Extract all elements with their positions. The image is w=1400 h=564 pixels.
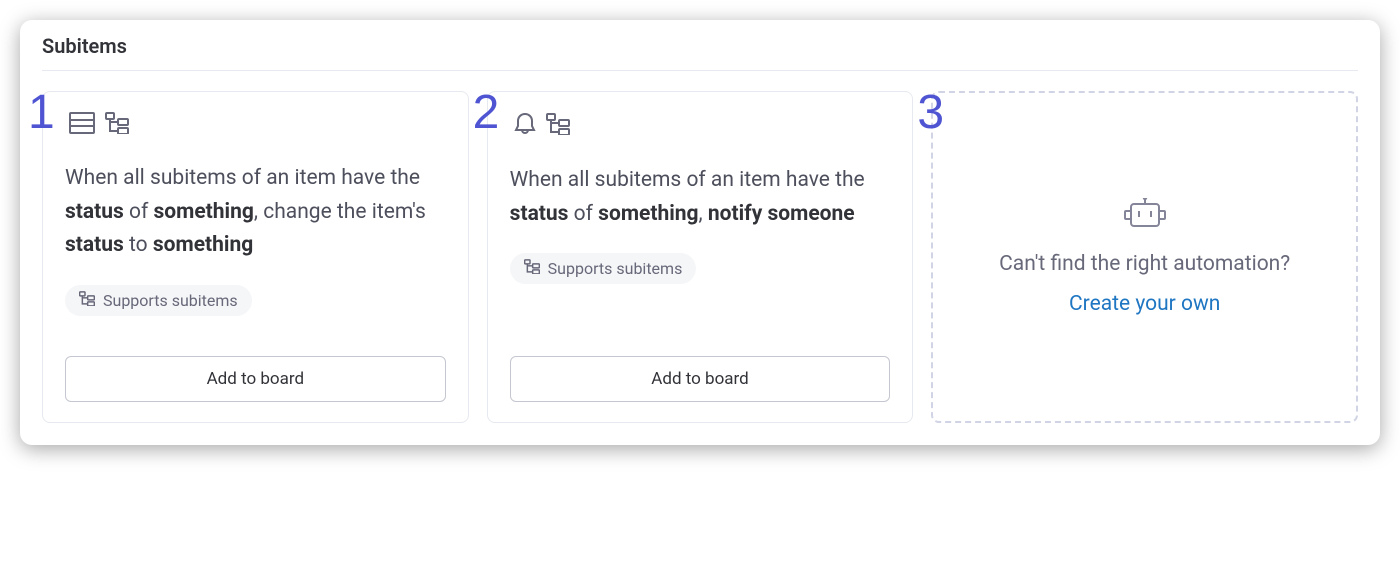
create-automation-card[interactable]: Can't find the right automation? Create …	[931, 91, 1358, 423]
pill-label: Supports subitems	[103, 291, 238, 310]
list-icon	[69, 112, 95, 134]
card-wrapper-2: 2	[487, 91, 914, 423]
automation-description-1: When all subitems of an item have the st…	[65, 162, 446, 263]
pill-label: Supports subitems	[548, 259, 683, 278]
subitems-tree-icon	[105, 112, 129, 134]
card-wrapper-1: 1	[42, 91, 469, 423]
automation-card-1[interactable]: When all subitems of an item have the st…	[42, 91, 469, 423]
add-to-board-button[interactable]: Add to board	[510, 356, 891, 402]
automation-cards-row: 1	[42, 91, 1358, 423]
automation-card-2[interactable]: When all subitems of an item have the st…	[487, 91, 914, 423]
subitems-tree-icon	[524, 259, 540, 278]
card-icons-1	[69, 112, 446, 134]
section-title: Subitems	[42, 34, 1358, 71]
add-to-board-button[interactable]: Add to board	[65, 356, 446, 402]
supports-subitems-pill: Supports subitems	[65, 285, 252, 316]
step-number-1: 1	[28, 89, 55, 137]
subitems-tree-icon	[79, 291, 95, 310]
card-wrapper-create: 3 Can't find the right automation? Creat…	[931, 91, 1358, 423]
automation-description-2: When all subitems of an item have the st…	[510, 164, 891, 231]
step-number-2: 2	[473, 89, 500, 137]
create-your-own-link[interactable]: Create your own	[1069, 292, 1220, 316]
supports-subitems-pill: Supports subitems	[510, 253, 697, 284]
automations-section: Subitems 1	[20, 20, 1380, 445]
step-number-3: 3	[917, 89, 944, 137]
robot-icon	[1123, 198, 1167, 236]
create-heading: Can't find the right automation?	[999, 252, 1290, 276]
subitems-tree-icon	[546, 113, 570, 135]
bell-icon	[514, 112, 536, 136]
card-icons-2	[514, 112, 891, 136]
